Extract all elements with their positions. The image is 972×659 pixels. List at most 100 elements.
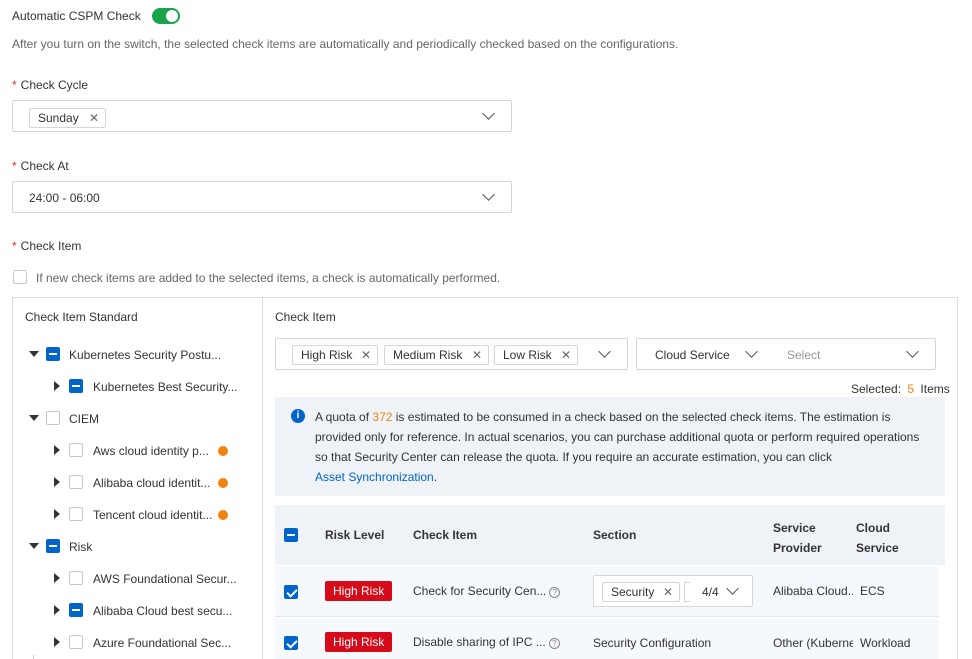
tree-item-label[interactable]: Aws cloud identity p... — [93, 444, 215, 458]
auto-check-description: After you turn on the switch, the select… — [12, 37, 679, 51]
tree-checkbox[interactable] — [69, 379, 83, 393]
row-cloud-service: Workload — [860, 636, 911, 650]
select-all-checkbox[interactable] — [284, 528, 298, 542]
risk-tag-label: Low Risk — [503, 348, 552, 362]
caret-right-icon[interactable] — [54, 381, 60, 391]
tree-checkbox[interactable] — [69, 571, 83, 585]
question-icon[interactable]: ? — [549, 587, 561, 598]
tree-item-label[interactable]: CIEM — [69, 412, 229, 426]
tree-checkbox[interactable] — [69, 635, 83, 649]
notice-end: . — [433, 470, 438, 484]
check-at-label: * Check At — [12, 159, 69, 173]
chevron-down-icon[interactable] — [906, 345, 919, 358]
section-count: 4/4 — [702, 585, 719, 599]
close-icon[interactable]: ✕ — [561, 346, 571, 364]
tree-item-label[interactable]: Azure Foundational Sec... — [93, 636, 238, 650]
header-cloud-service-line1: Cloud — [856, 521, 890, 535]
close-icon[interactable]: ✕ — [89, 109, 99, 127]
filter-type-label[interactable]: Cloud Service — [655, 348, 730, 362]
notice-text-before: A quota of — [315, 410, 370, 424]
section-tag-label: Security — [611, 585, 655, 599]
cloud-service-filter[interactable]: Cloud Service Select — [636, 338, 936, 370]
tree-item-label[interactable]: Kubernetes Security Postu... — [69, 348, 229, 362]
risk-tag-medium: Medium Risk ✕ — [384, 345, 489, 365]
caret-down-icon[interactable] — [29, 351, 39, 357]
warning-dot-icon — [218, 510, 228, 520]
chevron-down-icon[interactable] — [598, 345, 611, 358]
risk-tag-low: Low Risk ✕ — [494, 345, 578, 365]
header-section[interactable]: Section — [593, 528, 636, 542]
quota-value: 372 — [372, 410, 393, 424]
tree-checkbox[interactable] — [46, 539, 60, 553]
check-cycle-label: * Check Cycle — [12, 78, 88, 92]
risk-level-filter[interactable]: High Risk ✕ Medium Risk ✕ Low Risk ✕ — [275, 338, 628, 370]
chevron-down-icon[interactable] — [482, 107, 495, 120]
tree-checkbox[interactable] — [69, 603, 83, 617]
quota-notice: i A quota of 372 is estimated to be cons… — [275, 397, 945, 496]
selected-prefix: Selected: — [851, 382, 902, 396]
header-service-provider[interactable]: Service Provider — [773, 518, 822, 558]
header-risk-level[interactable]: Risk Level — [325, 528, 384, 542]
tree-checkbox[interactable] — [69, 475, 83, 489]
caret-right-icon[interactable] — [54, 477, 60, 487]
caret-right-icon[interactable] — [54, 637, 60, 647]
caret-down-icon[interactable] — [29, 543, 39, 549]
tree-item-label[interactable]: Alibaba cloud identit... — [93, 476, 215, 490]
check-cycle-tag-label: Sunday — [38, 111, 79, 125]
tree-item-label[interactable]: Alibaba Cloud best secu... — [93, 604, 238, 618]
row-section: Security Configuration — [593, 636, 712, 650]
tree-item-label[interactable]: AWS Foundational Secur... — [93, 572, 238, 586]
panel-divider — [262, 297, 263, 659]
selected-count-text: Selected: 5 Items — [851, 382, 950, 396]
close-icon[interactable]: ✕ — [663, 583, 673, 601]
header-service-provider-line2: Provider — [773, 541, 822, 555]
caret-down-icon[interactable] — [29, 415, 39, 421]
header-cloud-service[interactable]: Cloud Service — [856, 518, 899, 558]
caret-right-icon[interactable] — [54, 445, 60, 455]
tree-item-label[interactable]: Risk — [69, 540, 229, 554]
risk-tag-label: High Risk — [301, 348, 353, 362]
row-check-item[interactable]: Disable sharing of IPC ...? — [413, 635, 560, 649]
auto-check-toggle[interactable] — [152, 8, 180, 24]
row-checkbox[interactable] — [284, 636, 298, 650]
chevron-down-icon[interactable] — [482, 188, 495, 201]
header-check-item[interactable]: Check Item — [413, 528, 477, 542]
row-check-item[interactable]: Check for Security Cen...? — [413, 584, 561, 598]
row-checkbox[interactable] — [284, 585, 298, 599]
row-cloud-service: ECS — [860, 584, 885, 598]
check-at-select[interactable]: 24:00 - 06:00 — [12, 181, 512, 213]
check-cycle-select[interactable]: Sunday ✕ — [12, 100, 512, 132]
caret-right-icon[interactable] — [54, 509, 60, 519]
close-icon[interactable]: ✕ — [472, 346, 482, 364]
check-item-label: * Check Item — [12, 239, 81, 253]
check-cycle-tag: Sunday ✕ — [29, 108, 106, 128]
chevron-down-icon[interactable] — [726, 582, 739, 595]
tree-checkbox[interactable] — [46, 411, 60, 425]
tree-item-label[interactable]: Kubernetes Best Security... — [93, 380, 238, 394]
tree-checkbox[interactable] — [69, 443, 83, 457]
auto-perform-checkbox[interactable] — [13, 270, 27, 284]
risk-tag-label: Medium Risk — [393, 348, 463, 362]
required-mark: * — [12, 159, 17, 173]
check-cycle-label-text: Check Cycle — [20, 78, 89, 92]
tree-item-label[interactable]: Tencent cloud identit... — [93, 508, 215, 522]
row-provider: Alibaba Cloud... — [773, 584, 853, 598]
asset-sync-link[interactable]: Asset Synchronization — [315, 470, 434, 484]
tree-checkbox[interactable] — [46, 347, 60, 361]
section-tag: Security ✕ — [602, 582, 680, 602]
chevron-down-icon[interactable] — [745, 345, 758, 358]
required-mark: * — [12, 78, 17, 92]
notice-text-after: is estimated to be consumed in a check b… — [315, 410, 920, 464]
check-at-value: 24:00 - 06:00 — [29, 191, 100, 205]
selected-suffix: Items — [920, 382, 950, 396]
filter-value-placeholder[interactable]: Select — [787, 348, 820, 362]
caret-right-icon[interactable] — [54, 573, 60, 583]
risk-badge: High Risk — [325, 632, 393, 652]
question-icon[interactable]: ? — [548, 638, 560, 649]
section-select[interactable]: Security ✕ 4/4 — [593, 575, 753, 607]
caret-right-icon[interactable] — [54, 605, 60, 615]
check-item-name: Disable sharing of IPC ... — [413, 635, 546, 649]
header-service-provider-line1: Service — [773, 521, 816, 535]
tree-checkbox[interactable] — [69, 507, 83, 521]
close-icon[interactable]: ✕ — [361, 346, 371, 364]
